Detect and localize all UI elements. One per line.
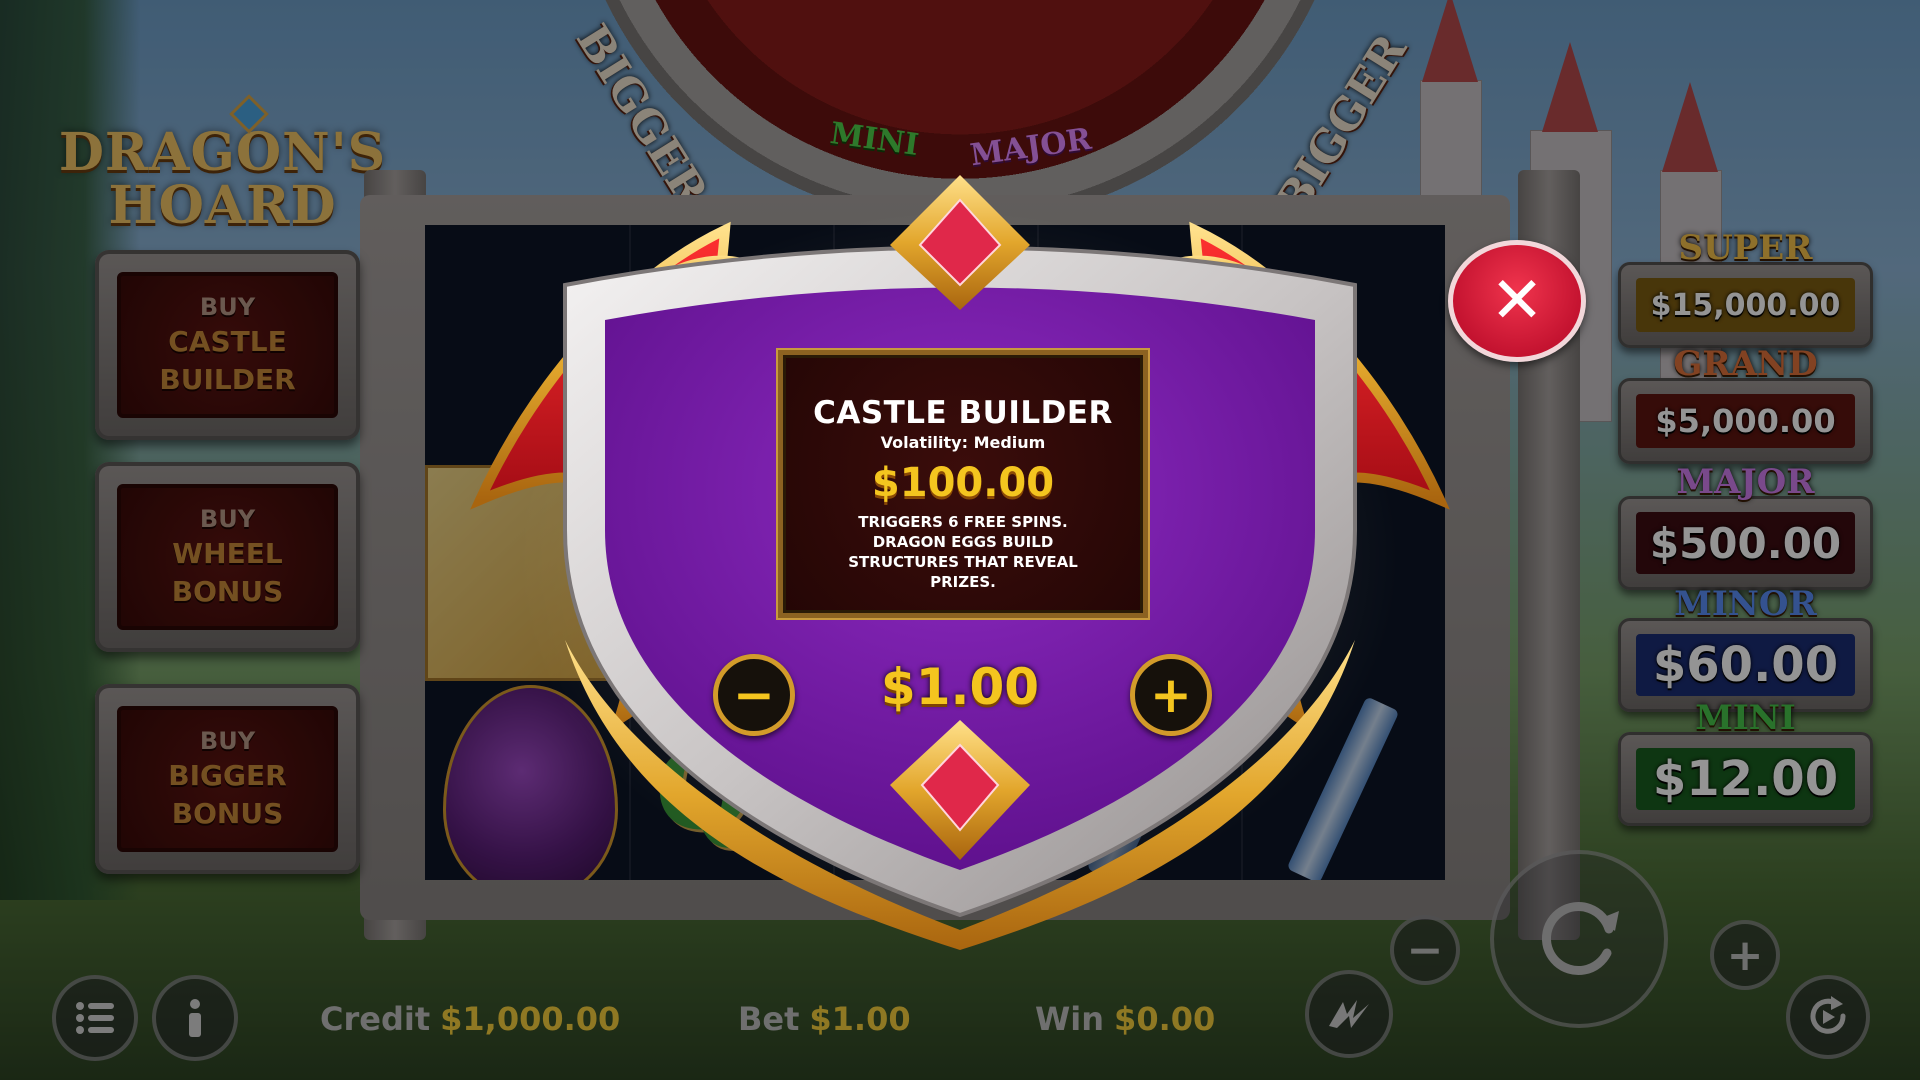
modal-bet-decrease-button[interactable]: − [713,654,795,736]
modal-bet-increase-button[interactable]: + [1130,654,1212,736]
modal-bet-value: $1.00 [880,658,1040,716]
feature-info-box: CASTLE BUILDER Volatility: Medium $100.0… [778,350,1148,618]
modal-close-button[interactable]: ✕ [1448,240,1586,362]
feature-title: CASTLE BUILDER [813,395,1113,431]
feature-description: TRIGGERS 6 FREE SPINS. DRAGON EGGS BUILD… [848,513,1078,591]
close-icon: ✕ [1490,264,1544,338]
feature-volatility: Volatility: Medium [880,433,1046,452]
feature-price: $100.00 [871,460,1055,506]
